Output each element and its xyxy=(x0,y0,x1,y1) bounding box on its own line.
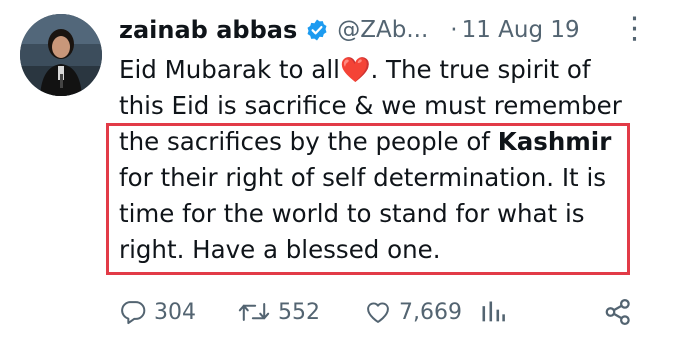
views-button[interactable] xyxy=(480,292,506,332)
share-icon xyxy=(603,297,633,327)
text-line: this Eid is sacrifice & we must remember xyxy=(119,91,622,120)
tweet-header: zainab abbas @ZAb... · 11 Aug 19 xyxy=(119,10,580,50)
text-line: right. Have a blessed one. xyxy=(119,235,441,264)
heart-icon xyxy=(364,298,392,326)
reply-button[interactable]: 304 xyxy=(119,292,196,332)
retweet-icon xyxy=(237,298,271,326)
text-line: for their right of self determination. I… xyxy=(119,163,607,192)
retweet-count: 552 xyxy=(278,299,320,325)
author-name[interactable]: zainab abbas xyxy=(119,16,297,44)
heart-emoji-icon: ❤️ xyxy=(339,55,371,84)
text-segment: Eid Mubarak to all xyxy=(119,55,340,84)
like-button[interactable]: 7,669 xyxy=(364,292,462,332)
separator-dot: · xyxy=(450,17,458,43)
reply-icon xyxy=(119,298,147,326)
tweet-text: Eid Mubarak to all❤️. The true spirit of… xyxy=(119,52,659,268)
avatar-image xyxy=(20,14,102,96)
tweet-date[interactable]: 11 Aug 19 xyxy=(462,17,580,43)
text-line: the sacrifices by the people of Kashmir xyxy=(119,124,659,160)
share-button[interactable] xyxy=(603,292,633,332)
text-segment: the sacrifices by the people of xyxy=(119,127,498,156)
text-segment: . The true spirit of xyxy=(370,55,591,84)
reply-count: 304 xyxy=(154,299,196,325)
action-bar: 304 552 7,669 xyxy=(119,292,639,332)
verified-badge-icon xyxy=(305,18,329,42)
tweet-card[interactable]: zainab abbas @ZAb... · 11 Aug 19 ⋮ Eid M… xyxy=(0,0,678,352)
bold-text: Kashmir xyxy=(497,127,612,156)
text-line: time for the world to stand for what is xyxy=(119,199,585,228)
author-handle[interactable]: @ZAb... xyxy=(337,17,428,43)
retweet-button[interactable]: 552 xyxy=(237,292,320,332)
text-line: Eid Mubarak to all❤️. The true spirit of xyxy=(119,52,659,88)
like-count: 7,669 xyxy=(399,299,462,325)
more-options-icon[interactable]: ⋮ xyxy=(612,10,658,48)
analytics-icon xyxy=(480,298,506,326)
avatar[interactable] xyxy=(20,14,102,96)
